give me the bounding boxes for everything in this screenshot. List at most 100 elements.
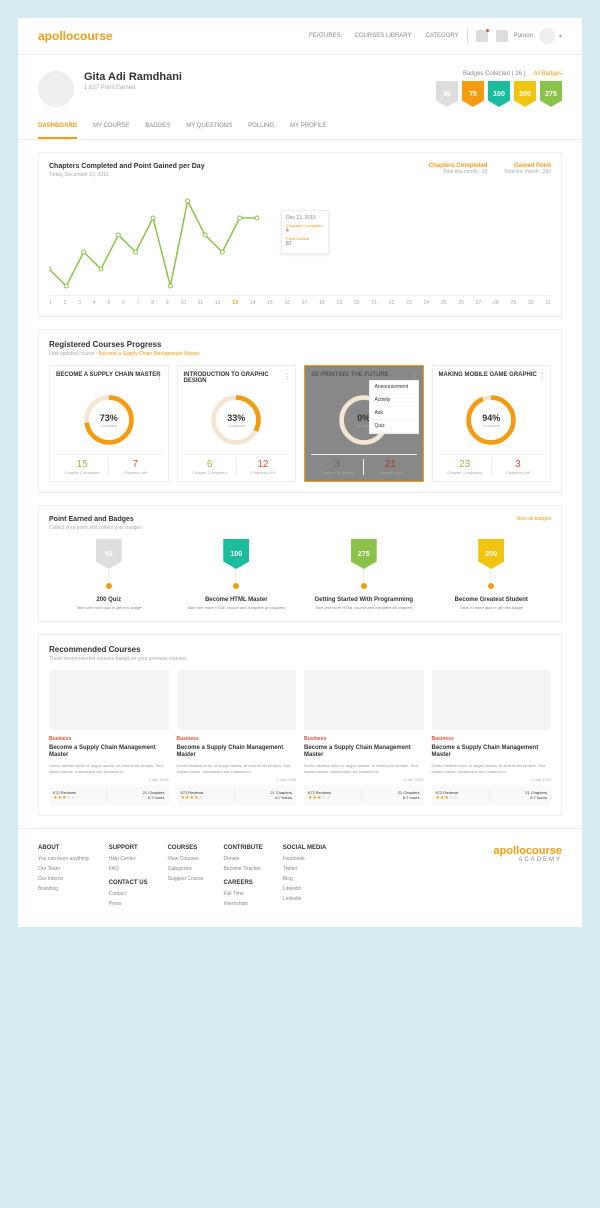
course-menu: AnnouncementActivityAskQuiz <box>369 380 419 434</box>
star-rating: ★★★★★ <box>436 795 489 801</box>
course-title: Become a Supply Chain Management Master <box>432 745 552 761</box>
badge-desc: Take one more HTML course and complete a… <box>177 605 297 611</box>
divider <box>467 28 468 44</box>
all-badges-link[interactable]: All Badges <box>533 71 562 77</box>
nav-link[interactable]: COURSES LIBRARY <box>355 33 412 39</box>
xaxis-day: 12 <box>215 300 221 306</box>
footer-link[interactable]: Press <box>109 901 148 907</box>
hours-count: 6.7 hours <box>239 795 292 800</box>
chart-title: Chapters Completed and Point Gained per … <box>49 163 205 170</box>
xaxis-day: 22 <box>389 300 395 306</box>
footer-link[interactable]: Suggest Course <box>168 876 204 882</box>
footer-link[interactable]: Linkedin <box>283 886 327 892</box>
menu-item[interactable]: Ask <box>370 407 418 420</box>
chart-section: Chapters Completed and Point Gained per … <box>38 152 562 317</box>
footer-link[interactable]: Blog <box>283 876 327 882</box>
tab-my-profile[interactable]: MY PROFILE <box>290 115 326 139</box>
badge[interactable]: 200 <box>514 81 536 107</box>
progress-title: Registered Courses Progress <box>49 340 551 349</box>
badge[interactable]: 100 <box>488 81 510 107</box>
menu-item[interactable]: Announcement <box>370 381 418 394</box>
tab-polling[interactable]: POLLING <box>248 115 274 139</box>
footer-link[interactable]: Our Interns <box>38 876 89 882</box>
badge-card[interactable]: 200 Become Greatest Student Take 20 more… <box>432 539 552 611</box>
xaxis-day: 11 <box>198 300 203 306</box>
nav-link[interactable]: FEATURES <box>309 33 341 39</box>
course-desc: Donec facilisis tortor ut augue lacinia,… <box>177 763 297 774</box>
header-icons <box>476 30 508 42</box>
badge-card[interactable]: 50 200 Quiz Take one more quiz to get th… <box>49 539 169 611</box>
badge-title: Become HTML Master <box>177 597 297 603</box>
badge[interactable]: 75 <box>462 81 484 107</box>
course-card[interactable]: 3D PRINTING THE FUTURE ⋮ AnnouncementAct… <box>304 365 424 482</box>
course-card[interactable]: BECOME A SUPPLY CHAIN MASTER ⋮ 73%Comple… <box>49 365 169 482</box>
connector-dot <box>106 583 112 589</box>
xaxis-day: 23 <box>406 300 412 306</box>
recommended-card[interactable]: Business Become a Supply Chain Managemen… <box>49 670 169 806</box>
footer-link[interactable]: Full Time <box>223 891 262 897</box>
badge-card[interactable]: 100 Become HTML Master Take one more HTM… <box>177 539 297 611</box>
more-icon[interactable]: ⋮ <box>538 372 546 381</box>
footer-link[interactable]: Our Team <box>38 866 89 872</box>
footer-link[interactable]: You can learn anything <box>38 856 89 862</box>
course-title: MAKING MOBILE GAME GRAPHIC <box>439 372 545 386</box>
more-icon[interactable]: ⋮ <box>283 372 291 381</box>
tab-dashboard[interactable]: DASHBOARD <box>38 115 77 139</box>
badge[interactable]: 275 <box>540 81 562 107</box>
xaxis-day: 1 <box>49 300 52 306</box>
course-card[interactable]: MAKING MOBILE GAME GRAPHIC ⋮ 94%Complete… <box>432 365 552 482</box>
view-all-badges-link[interactable]: View all badges <box>516 516 551 531</box>
footer: ABOUTYou can learn anythingOur TeamOur I… <box>18 828 582 927</box>
tab-badges[interactable]: BADGES <box>145 115 170 139</box>
xaxis-day: 31 <box>545 300 551 306</box>
xaxis-day: 21 <box>371 300 377 306</box>
star-rating: ★★★★★ <box>53 795 106 801</box>
xaxis-day: 6 <box>122 300 125 306</box>
footer-link[interactable]: Facebook <box>283 856 327 862</box>
course-category: Business <box>49 736 169 742</box>
course-category: Business <box>432 736 552 742</box>
footer-link[interactable]: Twitter <box>283 866 327 872</box>
course-title: INTRODUCTION TO GRAPHIC DESIGN <box>184 372 290 386</box>
chat-icon[interactable] <box>496 30 508 42</box>
tab-my-questions[interactable]: MY QUESTIONS <box>186 115 232 139</box>
badges-header: Badges Collected ( 26 ) All Badges <box>436 71 562 77</box>
bell-icon[interactable] <box>476 30 488 42</box>
footer-link[interactable]: Categories <box>168 866 204 872</box>
footer-link[interactable]: Branding <box>38 886 89 892</box>
course-desc: Donec facilisis tortor ut augue lacinia,… <box>49 763 169 774</box>
main-nav: FEATURES COURSES LIBRARY CATEGORY <box>309 33 459 39</box>
recommended-card[interactable]: Business Become a Supply Chain Managemen… <box>304 670 424 806</box>
course-card[interactable]: INTRODUCTION TO GRAPHIC DESIGN ⋮ 33%Comp… <box>177 365 297 482</box>
menu-item[interactable]: Quiz <box>370 420 418 433</box>
recommended-card[interactable]: Business Become a Supply Chain Managemen… <box>177 670 297 806</box>
footer-link[interactable]: Help Center <box>109 856 148 862</box>
recommended-card[interactable]: Business Become a Supply Chain Managemen… <box>432 670 552 806</box>
profile-avatar <box>38 71 74 107</box>
logo[interactable]: apollocourse <box>38 29 113 43</box>
footer-link[interactable]: Become Teacher <box>223 866 262 872</box>
hours-count: 6.7 hours <box>111 795 164 800</box>
xaxis-day: 7 <box>137 300 140 306</box>
avatar[interactable] <box>539 28 555 44</box>
hours-count: 6.7 hours <box>494 795 547 800</box>
chart-xaxis: 1234567891011121314151617181920212223242… <box>49 300 551 306</box>
menu-item[interactable]: Activity <box>370 394 418 407</box>
xaxis-day: 25 <box>441 300 447 306</box>
footer-link[interactable]: Contact <box>109 891 148 897</box>
footer-link[interactable]: Linkedin <box>283 896 327 902</box>
xaxis-day: 3 <box>78 300 81 306</box>
xaxis-day: 16 <box>284 300 290 306</box>
footer-link[interactable]: Donate <box>223 856 262 862</box>
footer-link[interactable]: Internships <box>223 901 262 907</box>
badge[interactable]: 50 <box>436 81 458 107</box>
badge-card[interactable]: 275 Getting Started With Programming Tak… <box>304 539 424 611</box>
last-course-link[interactable]: Become a Supply Chain Management Master <box>98 351 199 357</box>
footer-link[interactable]: View Courses <box>168 856 204 862</box>
xaxis-day: 13 <box>232 300 238 306</box>
more-icon[interactable]: ⋮ <box>156 372 164 381</box>
nav-link[interactable]: CATEGORY <box>426 33 459 39</box>
tab-my-course[interactable]: MY COURSE <box>93 115 129 139</box>
footer-link[interactable]: FAQ <box>109 866 148 872</box>
chevron-down-icon[interactable]: ▾ <box>559 33 562 40</box>
